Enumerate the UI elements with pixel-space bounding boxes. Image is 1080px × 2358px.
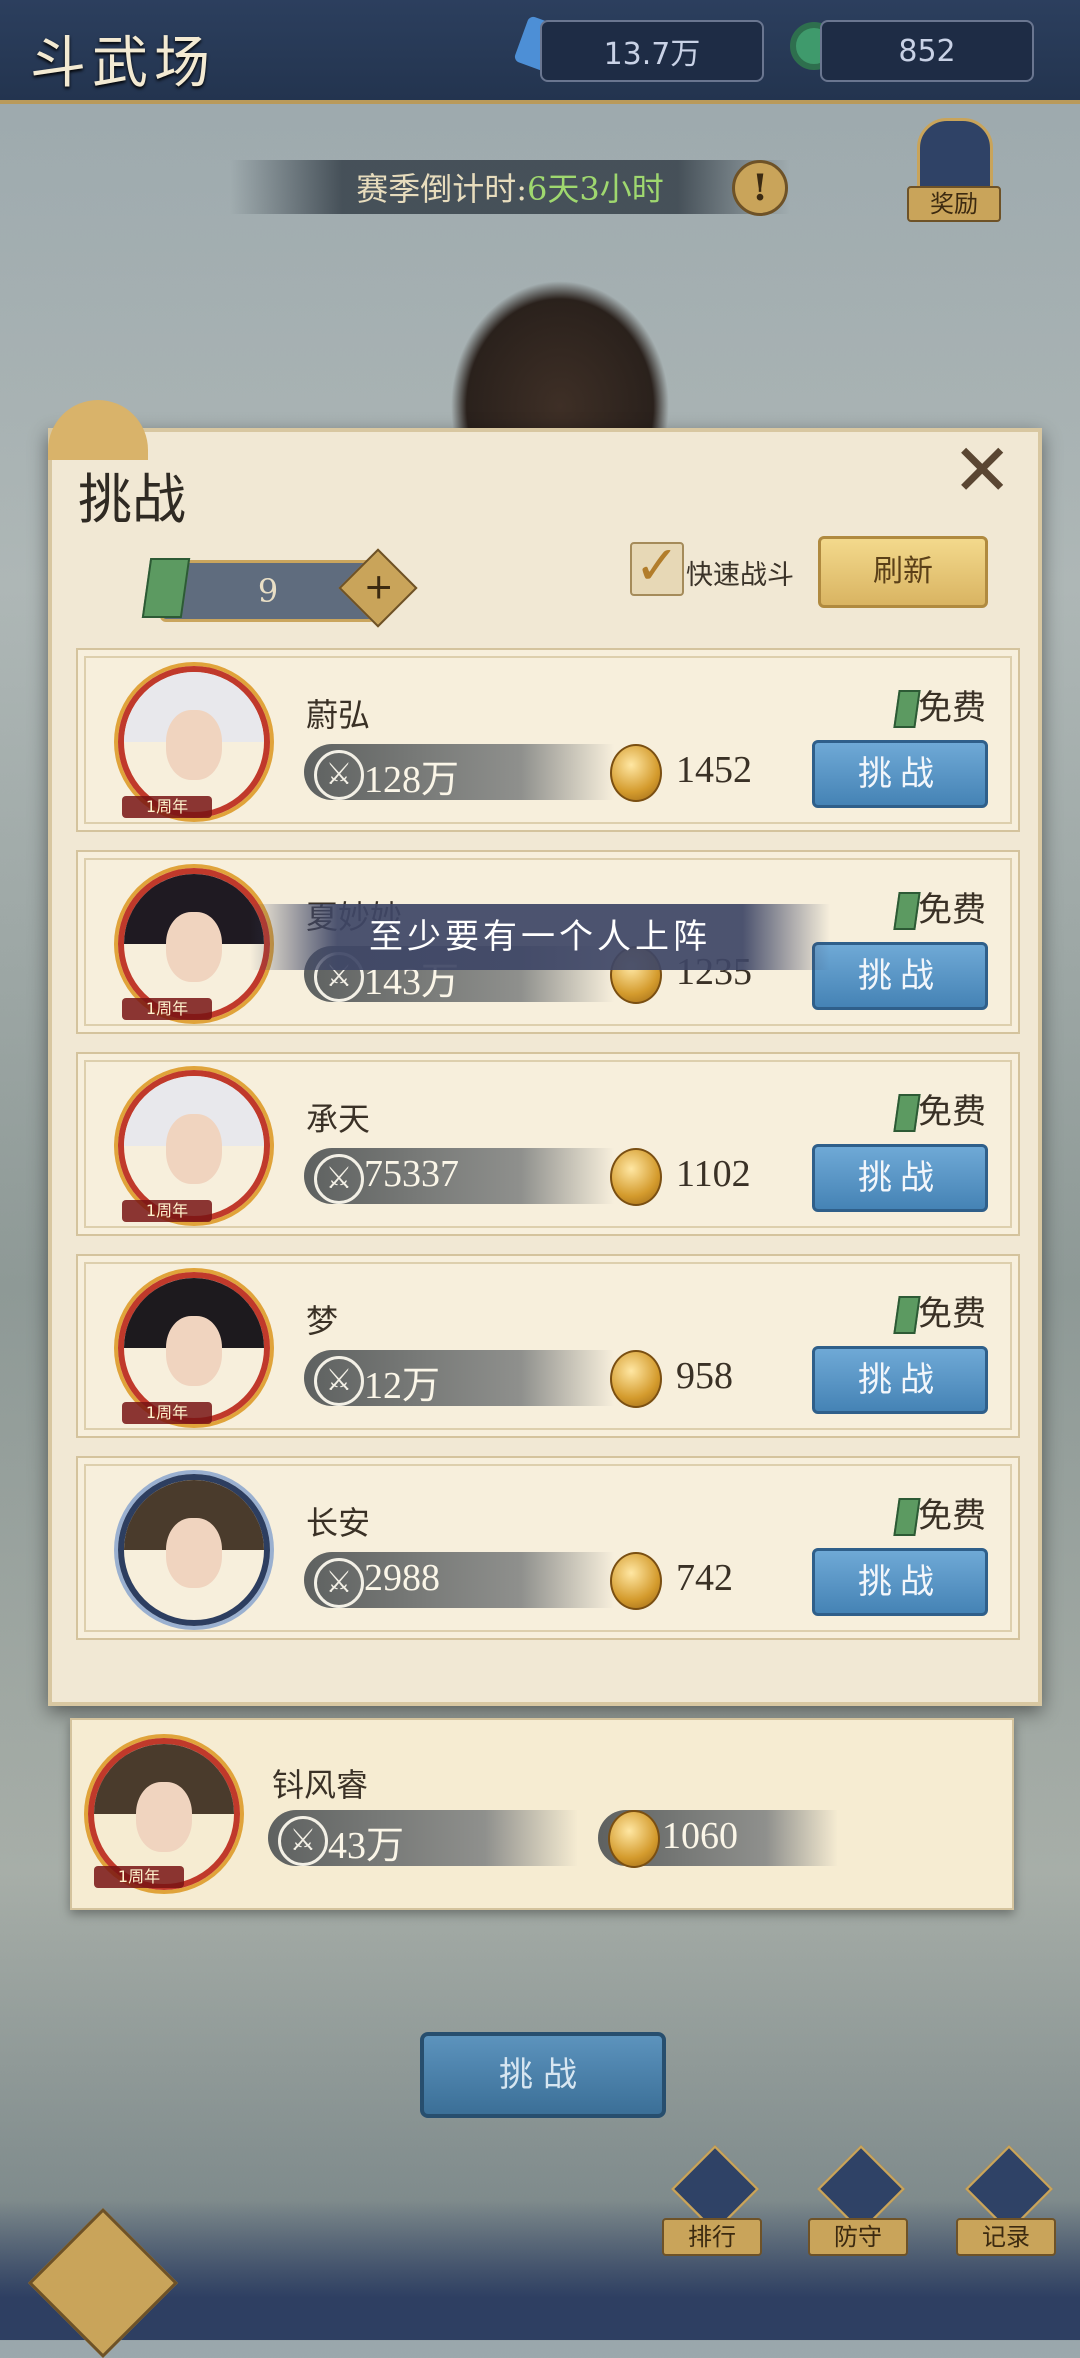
sword-icon: ⚔	[278, 1816, 328, 1866]
page-title: 斗武场	[30, 31, 216, 96]
score-value: 1452	[676, 749, 752, 791]
anniversary-badge: 1周年	[122, 796, 212, 818]
ticket-value: 9	[257, 572, 279, 610]
power-bar: ⚔ 43万	[268, 1810, 578, 1867]
ranking-label: 排行	[662, 2218, 762, 2256]
self-name: 钭风睿	[272, 1766, 369, 1804]
medal-icon	[610, 1552, 662, 1610]
record-label: 记录	[956, 2218, 1056, 2256]
reward-button[interactable]: 奖励	[905, 118, 1001, 222]
ticket-icon	[893, 690, 921, 728]
season-countdown: 赛季倒计时: 6天3小时	[230, 160, 790, 214]
ticket-icon	[141, 558, 191, 618]
ranking-button[interactable]: 排行	[662, 2144, 762, 2256]
medal-icon	[610, 744, 662, 802]
refresh-button[interactable]: 刷新	[818, 536, 988, 608]
cost-label: 免费	[918, 1496, 986, 1536]
anniversary-badge: 1周年	[122, 1200, 212, 1222]
ticket-icon	[893, 892, 921, 930]
self-row: 1周年 钭风睿 ⚔ 43万 1060	[70, 1718, 1014, 1910]
record-button[interactable]: 记录	[956, 2144, 1056, 2256]
main-challenge-button[interactable]: 挑战	[420, 2032, 666, 2118]
gem-value: 13.7万	[603, 37, 701, 72]
jade-value: 852	[898, 33, 956, 69]
opponent-name: 蔚弘	[306, 696, 371, 734]
challenge-button[interactable]: 挑战	[812, 1548, 988, 1616]
ticket-icon	[893, 1498, 921, 1536]
power-bar: ⚔ 128万	[304, 744, 614, 801]
jade-counter[interactable]: 852	[820, 20, 1034, 82]
score-value: 1060	[662, 1815, 738, 1857]
quick-battle-checkbox[interactable]: ✓	[630, 539, 684, 596]
opponent-name: 梦	[306, 1302, 339, 1340]
plus-icon: +	[363, 566, 394, 608]
sword-icon: ⚔	[314, 750, 364, 800]
power-value: 128万	[364, 759, 460, 801]
anniversary-badge: 1周年	[122, 1402, 212, 1424]
cost-label: 免费	[918, 890, 986, 930]
toast-message: 至少要有一个人上阵	[250, 904, 830, 970]
reward-gate-icon	[917, 118, 993, 190]
cost-label: 免费	[918, 1092, 986, 1132]
defense-button[interactable]: 防守	[808, 2144, 908, 2256]
challenge-button[interactable]: 挑战	[812, 942, 988, 1010]
gem-counter[interactable]: 13.7万	[540, 20, 764, 82]
sword-icon: ⚔	[314, 1356, 364, 1406]
sword-icon: ⚔	[314, 1558, 364, 1608]
ticket-icon	[893, 1296, 921, 1334]
season-label: 赛季倒计时:	[356, 170, 528, 208]
medal-icon	[610, 1350, 662, 1408]
opponent-row: 1周年 梦 ⚔ 12万 958 免费 挑战	[76, 1254, 1020, 1438]
defense-label: 防守	[808, 2218, 908, 2256]
anniversary-badge: 1周年	[94, 1866, 184, 1888]
dialog-title: 挑战	[78, 468, 186, 531]
power-bar: ⚔ 2988	[304, 1552, 614, 1608]
info-icon[interactable]: !	[732, 160, 788, 216]
cost-label: 免费	[918, 1294, 986, 1334]
score-bar: 1060	[598, 1810, 838, 1868]
ticket-icon	[893, 1094, 921, 1132]
opponent-row: 1周年 承天 ⚔ 75337 1102 免费 挑战	[76, 1052, 1020, 1236]
medal-icon	[608, 1810, 660, 1868]
opponent-name: 承天	[306, 1100, 371, 1138]
power-bar: ⚔ 12万	[304, 1350, 614, 1407]
anniversary-badge: 1周年	[122, 998, 212, 1020]
season-time: 6天3小时	[527, 170, 664, 208]
power-value: 43万	[328, 1825, 405, 1867]
score-value: 958	[676, 1355, 733, 1397]
challenge-button[interactable]: 挑战	[812, 1346, 988, 1414]
reward-label: 奖励	[907, 186, 1001, 222]
power-value: 2988	[364, 1557, 440, 1599]
avatar[interactable]	[118, 1474, 270, 1626]
score-value: 1102	[676, 1153, 751, 1195]
opponent-name: 长安	[306, 1504, 371, 1542]
sword-icon: ⚔	[314, 1154, 364, 1204]
opponent-row: 长安 ⚔ 2988 742 免费 挑战	[76, 1456, 1020, 1640]
mountain-ornament-icon	[48, 400, 148, 460]
medal-icon	[610, 1148, 662, 1206]
power-value: 12万	[364, 1365, 441, 1407]
power-bar: ⚔ 75337	[304, 1148, 614, 1204]
challenge-button[interactable]: 挑战	[812, 1144, 988, 1212]
quick-battle-label: 快速战斗	[686, 560, 794, 591]
close-icon[interactable]: ✕	[952, 434, 1012, 506]
score-value: 742	[676, 1557, 733, 1599]
challenge-button[interactable]: 挑战	[812, 740, 988, 808]
cost-label: 免费	[918, 688, 986, 728]
power-value: 75337	[364, 1153, 459, 1195]
opponent-row: 1周年 蔚弘 ⚔ 128万 1452 免费 挑战	[76, 648, 1020, 832]
